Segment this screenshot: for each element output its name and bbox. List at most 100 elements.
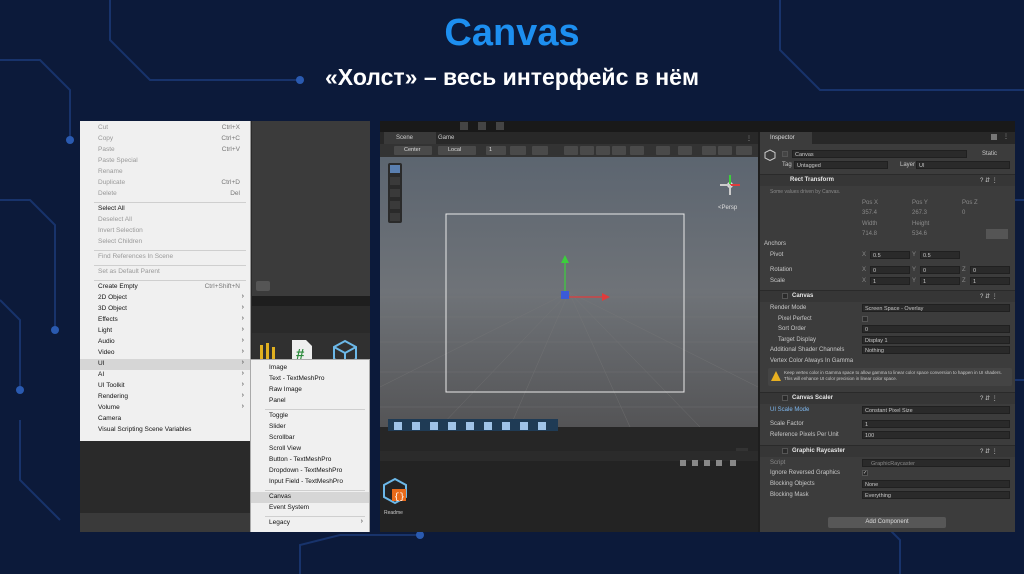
grid-size-field[interactable]: 1 bbox=[486, 146, 506, 155]
submenu-item[interactable]: Event System bbox=[269, 504, 309, 511]
scale-x-field[interactable]: 1 bbox=[870, 277, 910, 285]
blocking-objects-dropdown[interactable]: None bbox=[862, 480, 1010, 488]
context-menu-item[interactable]: Create Empty bbox=[98, 283, 138, 290]
context-menu-item[interactable]: Select Children bbox=[98, 238, 142, 245]
component-menu-icon[interactable]: ? ⇵ ⋮ bbox=[980, 395, 998, 402]
context-menu-item[interactable]: Select All bbox=[98, 205, 125, 212]
context-menu-item[interactable]: Set as Default Parent bbox=[98, 268, 160, 275]
scene-gizmo-button[interactable] bbox=[256, 281, 270, 291]
context-menu-item[interactable]: Deselect All bbox=[98, 216, 132, 223]
pivot-dropdown[interactable]: Center bbox=[394, 146, 432, 155]
perspective-label[interactable]: <Persp bbox=[718, 205, 737, 211]
visibility-icon[interactable] bbox=[718, 146, 732, 155]
submenu-item[interactable]: Dropdown - TextMeshPro bbox=[269, 467, 342, 474]
scene-overlay-toolbar[interactable] bbox=[388, 419, 558, 431]
raycaster-enabled-checkbox[interactable] bbox=[782, 448, 788, 454]
pause-button[interactable] bbox=[478, 122, 486, 130]
readme-asset-icon[interactable]: {} bbox=[382, 477, 408, 505]
context-menu-item[interactable]: Effects bbox=[98, 316, 118, 323]
submenu-item[interactable]: Slider bbox=[269, 423, 286, 430]
play-button[interactable] bbox=[460, 122, 468, 130]
component-menu-icon[interactable]: ? ⇵ ⋮ bbox=[980, 293, 998, 300]
gizmos-toggle-icon[interactable] bbox=[702, 146, 716, 155]
context-menu-item[interactable]: UI Toolkit bbox=[98, 382, 125, 389]
pixel-perfect-checkbox[interactable] bbox=[862, 316, 868, 322]
scale-y-field[interactable]: 1 bbox=[920, 277, 960, 285]
context-menu-item[interactable]: Invert Selection bbox=[98, 227, 143, 234]
tag-dropdown[interactable]: Untagged bbox=[794, 161, 888, 169]
overlays-icon[interactable] bbox=[736, 146, 752, 155]
submenu-item[interactable]: Input Field - TextMeshPro bbox=[269, 478, 343, 485]
context-menu-item[interactable]: Camera bbox=[98, 415, 121, 422]
context-menu-item[interactable]: 2D Object bbox=[98, 294, 127, 301]
active-checkbox[interactable] bbox=[782, 151, 788, 157]
audio-toggle-icon[interactable] bbox=[612, 146, 626, 155]
rotation-z-field[interactable]: 0 bbox=[970, 266, 1010, 274]
step-button[interactable] bbox=[496, 122, 504, 130]
target-display-dropdown[interactable]: Display 1 bbox=[862, 336, 1010, 344]
static-label[interactable]: Static bbox=[982, 151, 997, 157]
submenu-item[interactable]: Canvas bbox=[269, 493, 291, 500]
context-menu-item[interactable]: Paste Special bbox=[98, 157, 138, 164]
context-menu-item[interactable]: Light bbox=[98, 327, 112, 334]
height-value[interactable]: 534.6 bbox=[912, 231, 927, 237]
canvas-scaler-enabled-checkbox[interactable] bbox=[782, 395, 788, 401]
grid-snap-icon[interactable] bbox=[510, 146, 526, 155]
render-mode-dropdown[interactable]: Screen Space - Overlay bbox=[862, 304, 1010, 312]
project-toolbar-icons[interactable] bbox=[680, 453, 750, 466]
object-name-field[interactable]: Canvas bbox=[792, 150, 967, 158]
context-menu-item[interactable]: AI bbox=[98, 371, 104, 378]
submenu-item[interactable]: Panel bbox=[269, 397, 286, 404]
scene-viewport[interactable]: <Persp bbox=[380, 157, 759, 428]
canvas-enabled-checkbox[interactable] bbox=[782, 293, 788, 299]
effects-icon[interactable] bbox=[630, 146, 644, 155]
space-dropdown[interactable]: Local bbox=[438, 146, 476, 155]
camera-settings-icon[interactable] bbox=[678, 146, 692, 155]
more-options-icon[interactable]: ⋮ bbox=[1003, 133, 1009, 140]
submenu-item[interactable]: Scrollbar bbox=[269, 434, 295, 441]
tab-game[interactable]: Game bbox=[426, 132, 478, 144]
context-menu-item[interactable]: Visual Scripting Scene Variables bbox=[98, 426, 191, 433]
ui-scale-mode-dropdown[interactable]: Constant Pixel Size bbox=[862, 406, 1010, 414]
submenu-item[interactable]: Text - TextMeshPro bbox=[269, 375, 325, 382]
rect-transform-header[interactable]: Rect Transform ? ⇵ ⋮ bbox=[760, 174, 1015, 186]
blueprint-raw-buttons[interactable] bbox=[986, 229, 1008, 239]
pos-x-value[interactable]: 357.4 bbox=[862, 210, 877, 216]
shader-channels-dropdown[interactable]: Nothing bbox=[862, 346, 1010, 354]
rotation-y-field[interactable]: 0 bbox=[920, 266, 960, 274]
submenu-item[interactable]: Image bbox=[269, 364, 287, 371]
context-menu-item[interactable]: 3D Object bbox=[98, 305, 127, 312]
canvas-scaler-header[interactable]: Canvas Scaler ? ⇵ ⋮ bbox=[760, 392, 1015, 404]
context-menu-item[interactable]: Volume bbox=[98, 404, 120, 411]
scale-z-field[interactable]: 1 bbox=[970, 277, 1010, 285]
component-menu-icon[interactable]: ? ⇵ ⋮ bbox=[980, 448, 998, 455]
pos-y-value[interactable]: 267.3 bbox=[912, 210, 927, 216]
increment-snap-icon[interactable] bbox=[532, 146, 548, 155]
width-value[interactable]: 714.8 bbox=[862, 231, 877, 237]
context-menu-item[interactable]: Cut bbox=[98, 124, 108, 131]
pivot-y-field[interactable]: 0.5 bbox=[920, 251, 960, 259]
submenu-item[interactable]: Toggle bbox=[269, 412, 288, 419]
add-component-button[interactable]: Add Component bbox=[828, 517, 946, 528]
blocking-mask-dropdown[interactable]: Everything bbox=[862, 491, 1010, 499]
submenu-item[interactable]: Legacy bbox=[269, 519, 290, 526]
context-menu-item[interactable]: Video bbox=[98, 349, 115, 356]
tools-icon[interactable] bbox=[656, 146, 670, 155]
lighting-toggle-icon[interactable] bbox=[596, 146, 610, 155]
context-menu-item[interactable]: Paste bbox=[98, 146, 115, 153]
context-menu-item[interactable]: Audio bbox=[98, 338, 115, 345]
component-menu-icon[interactable]: ? ⇵ ⋮ bbox=[980, 177, 998, 184]
context-menu-item[interactable]: Find References In Scene bbox=[98, 253, 173, 260]
ref-ppu-field[interactable]: 100 bbox=[862, 431, 1010, 439]
2d-toggle-icon[interactable] bbox=[580, 146, 594, 155]
draw-mode-icon[interactable] bbox=[564, 146, 578, 155]
canvas-component-header[interactable]: Canvas ? ⇵ ⋮ bbox=[760, 290, 1015, 302]
anchors-foldout[interactable]: Anchors bbox=[764, 241, 786, 247]
pivot-x-field[interactable]: 0.5 bbox=[870, 251, 910, 259]
context-menu-item[interactable]: Rename bbox=[98, 168, 123, 175]
graphic-raycaster-header[interactable]: Graphic Raycaster ? ⇵ ⋮ bbox=[760, 445, 1015, 457]
submenu-item[interactable]: Button - TextMeshPro bbox=[269, 456, 331, 463]
rotation-x-field[interactable]: 0 bbox=[870, 266, 910, 274]
context-menu-item[interactable]: Rendering bbox=[98, 393, 128, 400]
context-menu-item[interactable]: UI bbox=[98, 360, 105, 367]
